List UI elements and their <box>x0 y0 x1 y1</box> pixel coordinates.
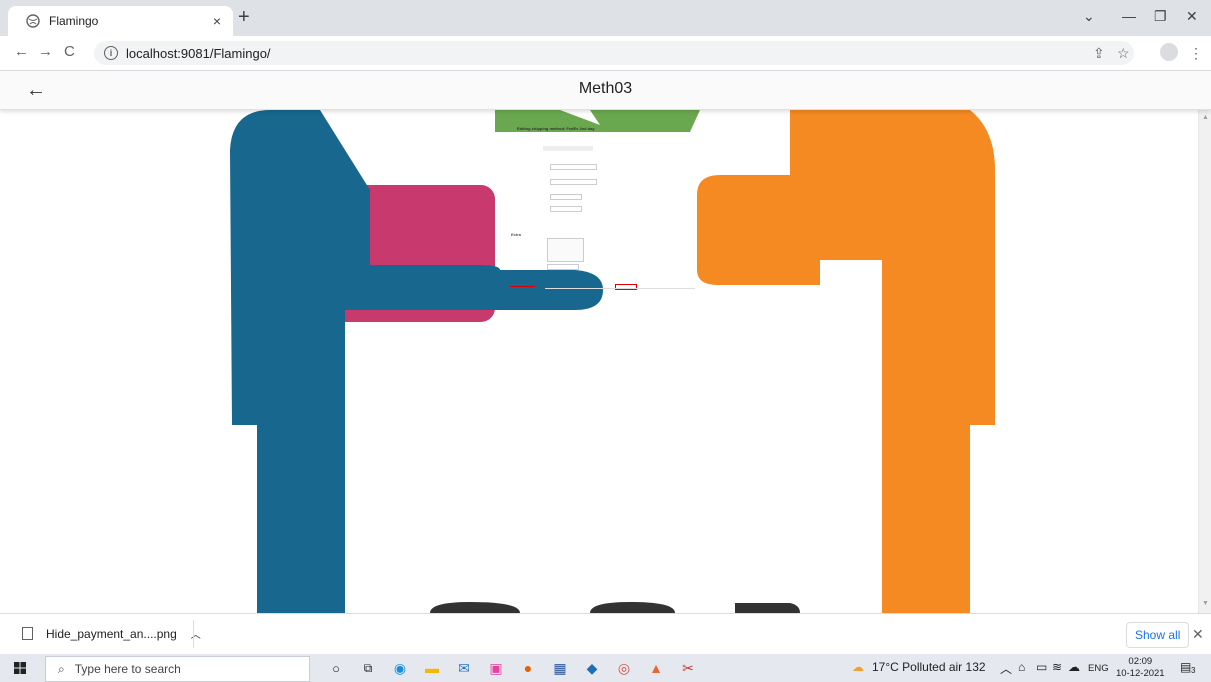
scroll-up-icon[interactable]: ▲ <box>1202 114 1209 121</box>
wifi-icon[interactable]: ≋ <box>1052 660 1062 674</box>
tab-search-icon[interactable]: ⌄ <box>1083 8 1095 25</box>
profile-avatar[interactable] <box>1160 43 1178 61</box>
task-view-icon[interactable]: ⧉ <box>358 658 378 678</box>
scroll-down-icon[interactable]: ▼ <box>1202 600 1209 607</box>
divider <box>193 620 194 648</box>
vscode-icon[interactable]: ◆ <box>582 658 602 678</box>
network-icon[interactable]: ⌂ <box>1018 660 1025 674</box>
download-filename: Hide_payment_an....png <box>46 626 177 641</box>
clock-date: 10-12-2021 <box>1116 668 1165 679</box>
info-icon[interactable]: i <box>104 46 118 60</box>
forward-icon[interactable]: → <box>38 43 53 60</box>
edge-icon[interactable]: ◉ <box>390 658 410 678</box>
search-icon: ⌕ <box>58 661 65 676</box>
menu-icon[interactable]: ⋮ <box>1189 45 1203 62</box>
restore-icon[interactable]: ❐ <box>1154 8 1167 25</box>
bookmark-star-icon[interactable]: ☆ <box>1117 45 1130 62</box>
app-flame-icon[interactable]: ▲ <box>646 658 666 678</box>
notification-icon[interactable]: ▤ <box>1180 660 1191 674</box>
back-icon[interactable]: ← <box>14 43 29 60</box>
weather-icon[interactable]: ☁ <box>852 660 864 674</box>
onedrive-icon[interactable]: ☁ <box>1068 660 1080 674</box>
url-text: localhost:9081/Flamingo/ <box>126 45 271 61</box>
vertical-scrollbar[interactable]: ▲ ▼ <box>1198 110 1211 613</box>
share-icon[interactable]: ⇪ <box>1093 45 1105 62</box>
snipping-tool-icon[interactable]: ✂ <box>678 658 698 678</box>
reload-icon[interactable]: C <box>64 43 75 60</box>
tray-chevron-icon[interactable]: ︿ <box>1000 660 1012 677</box>
content-area: Editing shipping method: FedEx 2nd day E… <box>0 110 1211 613</box>
browser-toolbar: ← → C i localhost:9081/Flamingo/ ⇪ ☆ ⋮ <box>0 36 1211 71</box>
embedded-screenshot: Editing shipping method: FedEx 2nd day E… <box>505 124 697 296</box>
windows-taskbar: ⌕ Type here to search ○ ⧉ ◉ ▬ ✉ ▣ ● ▦ ◆ … <box>0 654 1211 682</box>
download-item[interactable]: Hide_payment_an....png ︿ <box>22 626 201 641</box>
mini-extra-label: Extra <box>511 232 522 237</box>
mail-icon[interactable]: ✉ <box>454 658 474 678</box>
page-title: Meth03 <box>578 80 633 97</box>
taskbar-search-input[interactable]: ⌕ Type here to search <box>45 656 310 682</box>
mini-header: Editing shipping method: FedEx 2nd day <box>517 126 595 131</box>
clock-time: 02:09 <box>1128 656 1153 667</box>
search-placeholder: Type here to search <box>74 662 181 676</box>
globe-icon <box>26 14 40 28</box>
firefox-icon[interactable]: ● <box>518 658 538 678</box>
new-tab-button[interactable]: + <box>238 7 250 27</box>
file-explorer-icon[interactable]: ▬ <box>422 658 442 678</box>
close-tab-icon[interactable]: × <box>213 13 221 29</box>
minimize-icon[interactable]: — <box>1122 8 1136 24</box>
notification-count: 3 <box>1191 666 1196 675</box>
weather-text[interactable]: 17°C Polluted air 132 <box>872 660 986 674</box>
download-shelf: Hide_payment_an....png ︿ Show all ✕ <box>0 613 1211 655</box>
chrome-icon[interactable]: ◎ <box>614 658 634 678</box>
show-all-button[interactable]: Show all <box>1126 622 1190 648</box>
close-window-icon[interactable]: ✕ <box>1186 8 1198 25</box>
tab-flamingo[interactable]: Flamingo × <box>8 6 233 36</box>
windows-start-icon[interactable] <box>14 662 26 674</box>
clock[interactable]: 02:09 10-12-2021 <box>1116 656 1165 680</box>
language-indicator[interactable]: ENG <box>1088 663 1109 674</box>
close-download-shelf-icon[interactable]: ✕ <box>1192 626 1204 643</box>
tab-title: Flamingo <box>49 14 99 28</box>
file-icon <box>22 627 33 640</box>
app-header: ← Meth03 <box>0 71 1211 110</box>
cortana-icon[interactable]: ○ <box>326 658 346 678</box>
tab-strip: Flamingo × + ⌄ — ❐ ✕ <box>0 0 1211 36</box>
address-bar[interactable]: i localhost:9081/Flamingo/ <box>94 41 1134 65</box>
word-icon[interactable]: ▦ <box>550 658 570 678</box>
battery-icon[interactable]: ▭ <box>1036 660 1047 674</box>
app-icon[interactable]: ▣ <box>486 658 506 678</box>
